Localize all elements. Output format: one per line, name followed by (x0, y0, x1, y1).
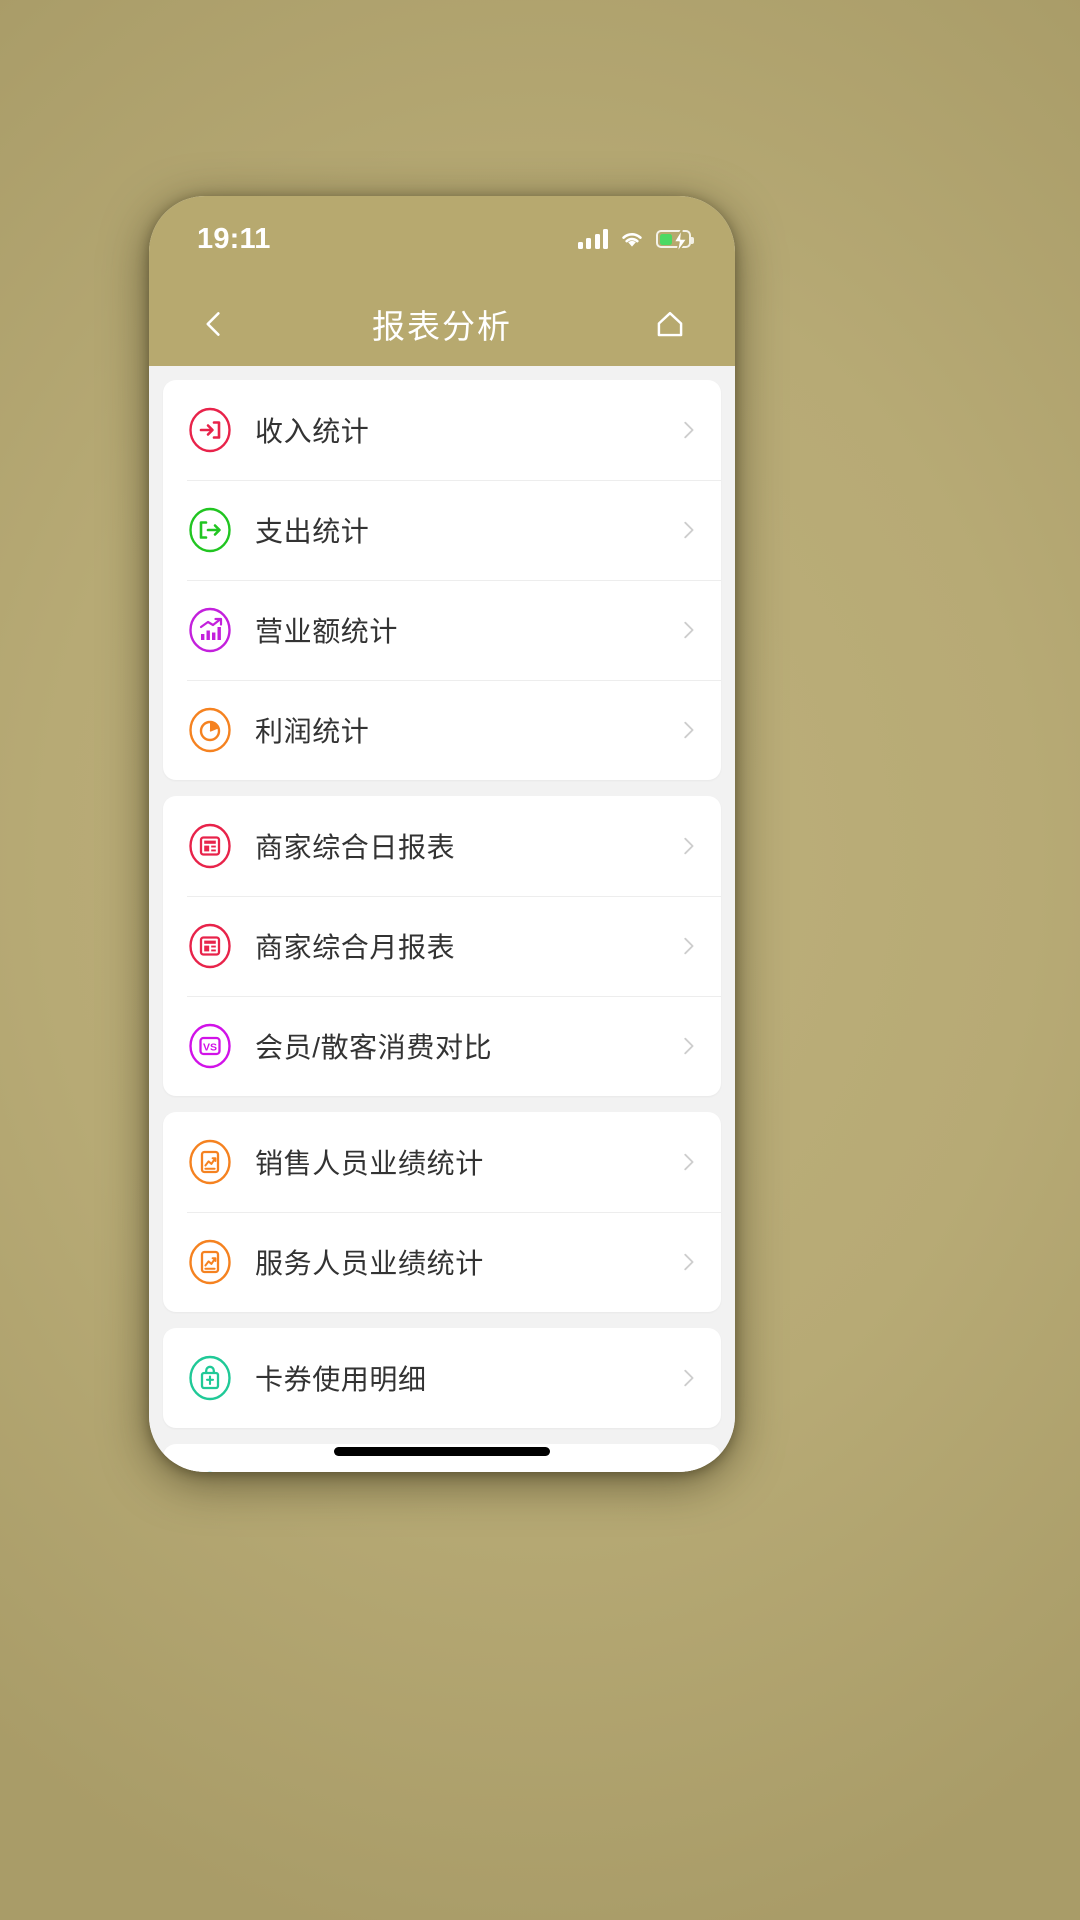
wifi-icon (619, 229, 645, 249)
list-item[interactable]: 销售人员业绩统计 (163, 1112, 721, 1212)
status-bar-icons (577, 228, 694, 254)
list-item-label: 营业额统计 (255, 616, 399, 647)
chevron-right-icon (677, 835, 699, 857)
list-item-label: 服务人员业绩统计 (255, 1248, 484, 1279)
service-staff-performance-icon (187, 1239, 233, 1285)
member-vs-guest-icon: VS (187, 1023, 233, 1069)
svg-text:VS: VS (203, 1041, 217, 1053)
list-item-label: 销售人员业绩统计 (255, 1148, 484, 1179)
list-item[interactable]: 商家综合月报表 (163, 896, 721, 996)
points-database-icon (187, 1471, 233, 1472)
list-item[interactable]: 商家综合日报表 (163, 796, 721, 896)
turnover-bar-chart-icon (187, 607, 233, 653)
list-item-label: 支出统计 (255, 516, 370, 547)
nav-bar: 报表分析 (149, 282, 735, 366)
chevron-right-icon (677, 1035, 699, 1057)
home-indicator (334, 1447, 550, 1456)
list-item-label: 商家综合月报表 (255, 932, 456, 963)
battery-charging-icon (656, 228, 694, 254)
card-staff-performance: 销售人员业绩统计 服务人员业绩统计 (163, 1112, 721, 1312)
list-item-label: 商家综合日报表 (255, 832, 456, 863)
coupon-gift-icon (187, 1355, 233, 1401)
profit-pie-chart-icon (187, 707, 233, 753)
expense-logout-arrow-icon (187, 507, 233, 553)
signal-icon (577, 229, 608, 249)
list-item[interactable]: 支出统计 (163, 480, 721, 580)
report-list-scroll[interactable]: 收入统计 支出统计 营业额统计 利润统计 商家综合日报表 商家综合月报表 VS … (149, 366, 735, 1472)
monthly-report-icon (187, 923, 233, 969)
home-icon (657, 311, 683, 337)
daily-report-icon (187, 823, 233, 869)
phone-device: 19:11 报表分析 收入统计 支出统计 营业额统计 利润统计 商家综合日报表 … (149, 196, 735, 1472)
chevron-right-icon (677, 519, 699, 541)
list-item[interactable]: 营业额统计 (163, 580, 721, 680)
card-financial-statistics: 收入统计 支出统计 营业额统计 利润统计 (163, 380, 721, 780)
home-button[interactable] (643, 297, 697, 351)
list-item-label: 卡券使用明细 (255, 1364, 427, 1395)
card-merchant-reports: 商家综合日报表 商家综合月报表 VS 会员/散客消费对比 (163, 796, 721, 1096)
sales-staff-performance-icon (187, 1139, 233, 1185)
chevron-right-icon (677, 935, 699, 957)
list-item[interactable]: 卡券使用明细 (163, 1328, 721, 1428)
list-item[interactable]: 收入统计 (163, 380, 721, 480)
list-item[interactable]: 服务人员业绩统计 (163, 1212, 721, 1312)
chevron-right-icon (677, 1367, 699, 1389)
list-item-label: 收入统计 (255, 416, 370, 447)
chevron-right-icon (677, 719, 699, 741)
chevron-right-icon (677, 1151, 699, 1173)
status-bar: 19:11 (149, 196, 735, 282)
list-item[interactable]: VS 会员/散客消费对比 (163, 996, 721, 1096)
back-button[interactable] (187, 297, 241, 351)
chevron-right-icon (677, 419, 699, 441)
list-item[interactable]: 利润统计 (163, 680, 721, 780)
chevron-right-icon (677, 1251, 699, 1273)
card-coupon-usage: 卡券使用明细 (163, 1328, 721, 1428)
list-item-label: 利润统计 (255, 716, 370, 747)
chevron-left-icon (206, 312, 220, 336)
list-item-label: 会员/散客消费对比 (255, 1032, 493, 1063)
status-bar-clock: 19:11 (197, 222, 271, 255)
income-login-arrow-icon (187, 407, 233, 453)
chevron-right-icon (677, 619, 699, 641)
